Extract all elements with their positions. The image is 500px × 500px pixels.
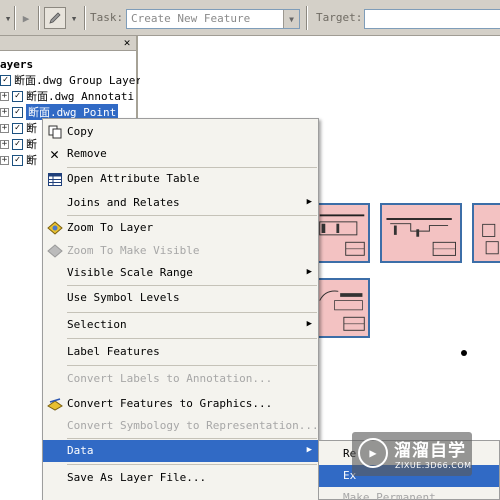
menu-item-label: Remove bbox=[67, 147, 107, 160]
submenu-arrow-icon: ▶ bbox=[306, 445, 312, 455]
task-select-arrow-icon[interactable]: ▼ bbox=[283, 10, 299, 28]
task-label: Task: bbox=[90, 11, 124, 24]
close-icon[interactable]: ✕ bbox=[121, 37, 133, 49]
menu-item-label: Selection bbox=[67, 318, 127, 331]
layers-panel-header: ✕ bbox=[0, 36, 136, 51]
submenu-item-make-permanent[interactable]: Make Permanent bbox=[319, 487, 499, 500]
menu-item-label: Zoom To Layer bbox=[67, 221, 154, 234]
menu-item-label: Visible Scale Range bbox=[67, 266, 193, 279]
menu-item-copy[interactable]: Copy bbox=[43, 121, 318, 143]
sketch-tool-dropdown-icon[interactable]: ▾ bbox=[68, 7, 80, 29]
layer-row[interactable]: + ✓ 断 bbox=[0, 152, 37, 168]
menu-item-label: Data bbox=[67, 444, 94, 457]
layer-row-group[interactable]: ✓ 断面.dwg Group Layer bbox=[0, 72, 142, 88]
menu-item-label: Zoom To Make Visible bbox=[67, 244, 200, 257]
copy-icon bbox=[46, 124, 63, 140]
menu-item-remove[interactable]: ✕ Remove bbox=[43, 143, 318, 165]
layers-root-label[interactable]: ayers bbox=[0, 56, 33, 72]
menu-item-use-symbol-levels[interactable]: Use Symbol Levels bbox=[43, 287, 318, 309]
menu-item-label: Joins and Relates bbox=[67, 196, 180, 209]
menu-item-label-features[interactable]: Label Features bbox=[43, 341, 318, 363]
layer-row-annotation[interactable]: + ✓ 断面.dwg Annotati bbox=[0, 88, 134, 104]
menu-item-data[interactable]: Data ▶ bbox=[43, 440, 318, 462]
layer-label: 断 bbox=[26, 122, 37, 135]
layer-visibility-checkbox[interactable]: ✓ bbox=[12, 106, 23, 118]
watermark-title: 溜溜自学 bbox=[394, 441, 466, 461]
menu-item-convert-labels[interactable]: Convert Labels to Annotation... bbox=[43, 368, 318, 390]
expand-plus-icon[interactable]: + bbox=[0, 139, 9, 149]
convert-graphics-icon bbox=[46, 396, 63, 412]
layer-visibility-checkbox[interactable]: ✓ bbox=[12, 90, 23, 102]
layer-visibility-checkbox[interactable]: ✓ bbox=[0, 74, 11, 86]
expand-plus-icon[interactable]: + bbox=[0, 91, 9, 101]
layer-label: 断 bbox=[26, 154, 37, 167]
watermark-logo: ▶ 溜溜自学 ZIXUE.3D66.COM bbox=[352, 432, 472, 476]
drawing-sheet bbox=[314, 203, 370, 263]
drawing-sheet bbox=[314, 278, 370, 338]
menu-item-open-attribute-table[interactable]: Open Attribute Table bbox=[43, 168, 318, 190]
layer-visibility-checkbox[interactable]: ✓ bbox=[12, 154, 23, 166]
watermark-subtitle: ZIXUE.3D66.COM bbox=[395, 461, 472, 470]
menu-item-label: Convert Labels to Annotation... bbox=[67, 372, 273, 385]
menu-item-zoom-to-make-visible[interactable]: Zoom To Make Visible bbox=[43, 240, 318, 262]
menu-item-joins-and-relates[interactable]: Joins and Relates ▶ bbox=[43, 192, 318, 214]
submenu-arrow-icon: ▶ bbox=[306, 267, 312, 277]
play-icon: ▶ bbox=[358, 438, 388, 468]
table-icon bbox=[46, 171, 63, 187]
layer-row[interactable]: + ✓ 断 bbox=[0, 136, 37, 152]
menu-item-zoom-to-layer[interactable]: Zoom To Layer bbox=[43, 217, 318, 239]
menu-item-visible-scale-range[interactable]: Visible Scale Range ▶ bbox=[43, 262, 318, 284]
menu-item-label: Convert Symbology to Representation... bbox=[67, 419, 319, 432]
layer-label: 断面.dwg Annotati bbox=[26, 90, 135, 103]
layer-row[interactable]: + ✓ 断 bbox=[0, 120, 37, 136]
edit-tool-arrow-icon[interactable]: ▶ bbox=[18, 7, 34, 29]
menu-item-label: Open Attribute Table bbox=[67, 172, 200, 185]
expand-plus-icon[interactable]: + bbox=[0, 107, 9, 117]
drawing-sheet bbox=[472, 203, 500, 263]
menu-item-convert-features-to-graphics[interactable]: Convert Features to Graphics... bbox=[43, 393, 318, 415]
menu-item-label: Label Features bbox=[67, 345, 160, 358]
menu-item-label: Use Symbol Levels bbox=[67, 291, 180, 304]
point-feature bbox=[461, 350, 467, 356]
layer-context-menu: Copy ✕ Remove Open Attribute Table Joins… bbox=[42, 118, 319, 500]
submenu-arrow-icon: ▶ bbox=[306, 197, 312, 207]
layer-visibility-checkbox[interactable]: ✓ bbox=[12, 122, 23, 134]
layer-visibility-checkbox[interactable]: ✓ bbox=[12, 138, 23, 150]
target-label: Target: bbox=[316, 11, 363, 24]
expand-plus-icon[interactable]: + bbox=[0, 155, 9, 165]
sketch-tool-pencil-icon[interactable] bbox=[44, 7, 66, 29]
menu-item-label: Copy bbox=[67, 125, 94, 138]
task-select-value: Create New Feature bbox=[131, 12, 251, 25]
layer-label: 断 bbox=[26, 138, 37, 151]
layer-label: 断面.dwg Group Layer bbox=[14, 74, 142, 87]
remove-x-icon: ✕ bbox=[49, 145, 60, 163]
menu-item-label: Make Permanent bbox=[343, 491, 436, 500]
zoom-to-layer-icon bbox=[46, 220, 63, 236]
zoom-visible-icon bbox=[46, 243, 63, 259]
menu-item-convert-symbology[interactable]: Convert Symbology to Representation... bbox=[43, 415, 319, 437]
task-select[interactable]: Create New Feature ▼ bbox=[126, 9, 300, 29]
menu-item-label: Convert Features to Graphics... bbox=[67, 397, 273, 410]
editor-toolbar: ▾ ▶ ▾ Task: Create New Feature ▼ Target: bbox=[0, 0, 500, 36]
toolbar-dropdown-arrow-icon[interactable]: ▾ bbox=[2, 7, 14, 29]
menu-item-label: Save As Layer File... bbox=[67, 471, 207, 484]
submenu-arrow-icon: ▶ bbox=[306, 319, 312, 329]
target-select[interactable] bbox=[364, 9, 500, 29]
drawing-sheet bbox=[380, 203, 462, 263]
menu-item-save-as-layer-file[interactable]: Save As Layer File... bbox=[43, 467, 318, 489]
menu-item-selection[interactable]: Selection ▶ bbox=[43, 314, 318, 336]
expand-plus-icon[interactable]: + bbox=[0, 123, 9, 133]
